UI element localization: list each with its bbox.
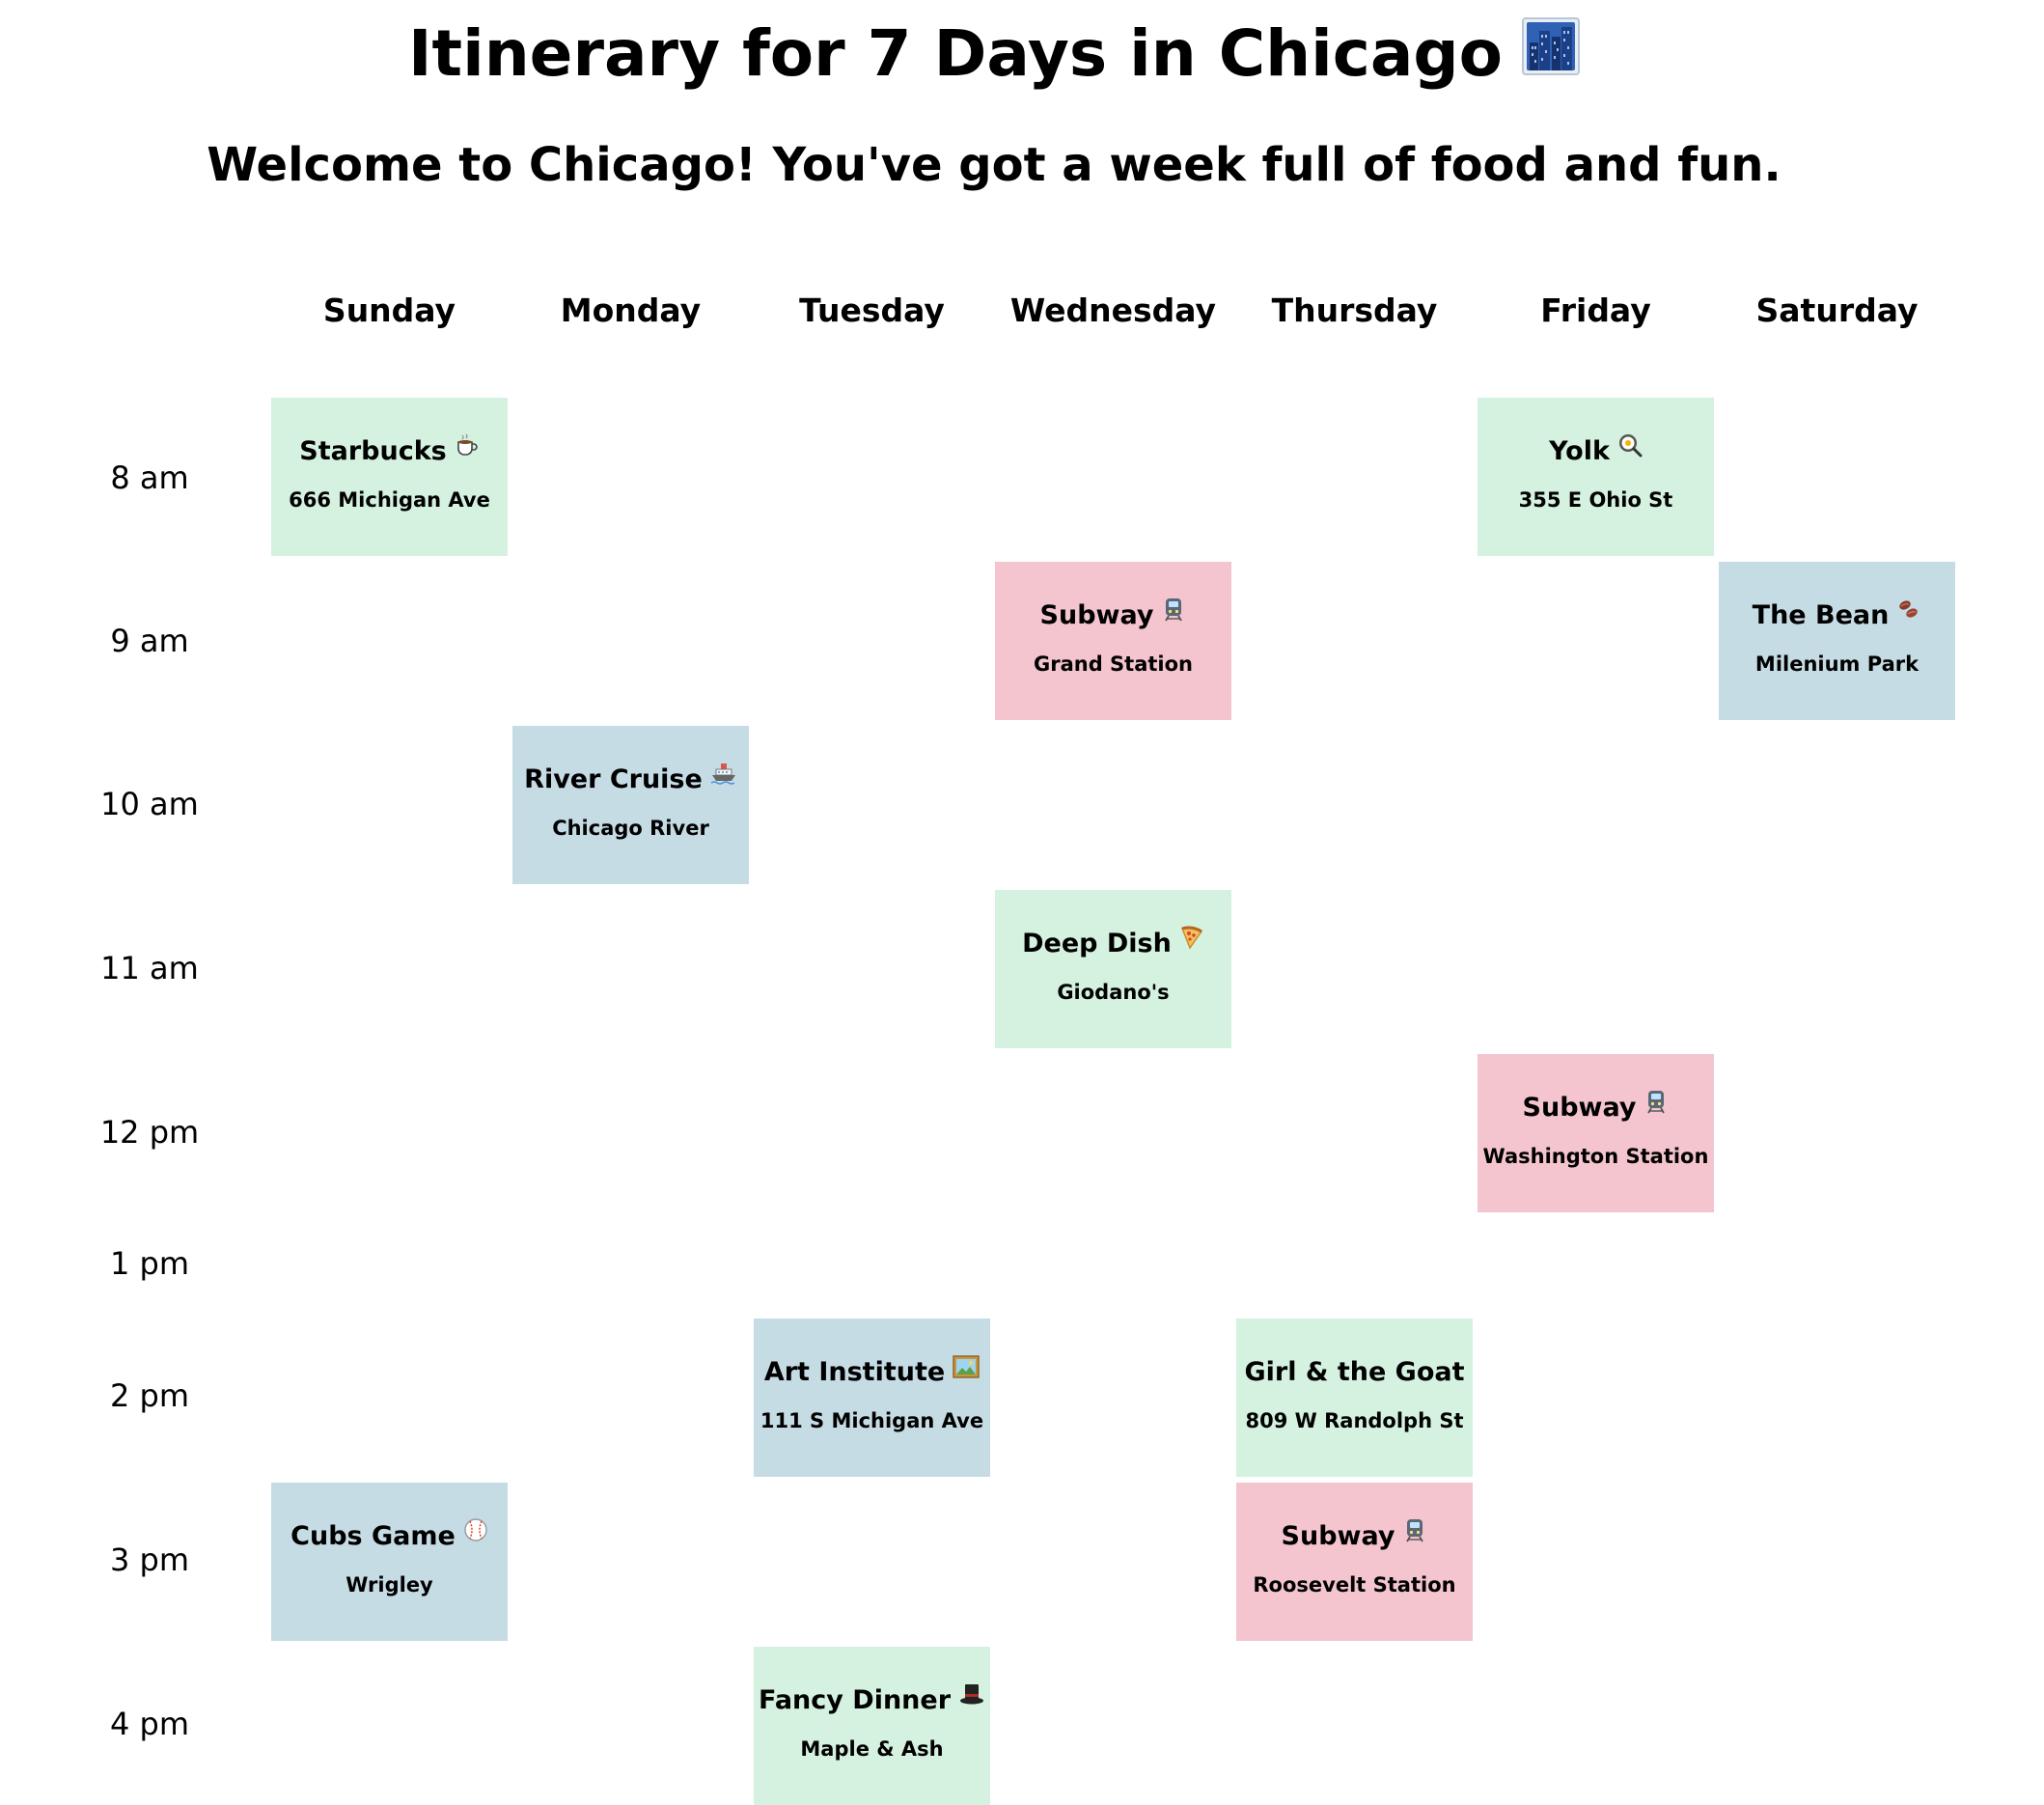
event-title: Subway [1522, 1093, 1637, 1123]
event-title: Art Institute [763, 1357, 946, 1387]
time-label-3pm: 3 pm [109, 1541, 189, 1578]
train-icon [1402, 1517, 1427, 1552]
event-deep-dish[interactable]: Deep Dish Giodano's [995, 890, 1231, 1048]
event-title-row: Fancy Dinner [754, 1683, 990, 1719]
event-subway-roosevelt[interactable]: Subway Roosevelt Station [1236, 1483, 1473, 1641]
event-title: Girl & the Goat [1244, 1357, 1465, 1387]
time-label-10am: 10 am [100, 786, 199, 822]
event-title: Cubs Game [290, 1521, 456, 1551]
event-title: Yolk [1549, 436, 1610, 466]
event-location: Chicago River [552, 817, 709, 840]
day-header-sunday: Sunday [322, 292, 456, 329]
event-title: Fancy Dinner [758, 1685, 952, 1715]
baseball-icon [463, 1517, 488, 1552]
event-title: Subway [1039, 600, 1154, 630]
ship-icon [710, 761, 737, 795]
day-header-friday: Friday [1540, 292, 1651, 329]
top-hat-icon [958, 1681, 985, 1716]
train-icon [1161, 597, 1186, 631]
event-title: Deep Dish [1022, 929, 1172, 958]
event-title: Subway [1281, 1521, 1395, 1551]
framed-picture-icon [953, 1353, 980, 1388]
time-label-1pm: 1 pm [109, 1245, 189, 1282]
page-subtitle: Welcome to Chicago! You've got a week fu… [207, 138, 1782, 192]
day-header-tuesday: Tuesday [799, 292, 945, 329]
event-title-row: Girl & the Goat [1236, 1355, 1473, 1390]
event-title-row: Subway [1236, 1517, 1473, 1555]
event-title: Starbucks [299, 436, 447, 466]
event-title-row: Art Institute [754, 1353, 990, 1391]
coffee-icon [455, 432, 480, 467]
time-label-4pm: 4 pm [109, 1706, 189, 1742]
time-label-8am: 8 am [110, 459, 189, 496]
event-location: 666 Michigan Ave [289, 488, 490, 512]
event-fancy-dinner[interactable]: Fancy Dinner Maple & Ash [754, 1647, 990, 1805]
day-header-monday: Monday [560, 292, 702, 329]
event-title-row: Subway [1478, 1089, 1714, 1126]
time-label-12pm: 12 pm [99, 1114, 200, 1151]
page-title-text: Itinerary for 7 Days in Chicago [407, 16, 1504, 91]
day-header-saturday: Saturday [1755, 292, 1919, 329]
event-location: Washington Station [1482, 1145, 1709, 1168]
event-location: 111 S Michigan Ave [760, 1409, 984, 1432]
event-starbucks[interactable]: Starbucks 666 Michigan Ave [271, 398, 508, 556]
event-title-row: The Bean [1719, 598, 1955, 634]
day-header-thursday: Thursday [1271, 292, 1438, 329]
event-location: Milenium Park [1754, 653, 1920, 676]
event-title: The Bean [1752, 600, 1890, 630]
event-girl-and-the-goat[interactable]: Girl & the Goat 809 W Randolph St [1236, 1319, 1473, 1477]
pizza-icon [1179, 925, 1204, 959]
time-label-11am: 11 am [100, 950, 199, 986]
time-label-9am: 9 am [110, 623, 189, 659]
event-location: Roosevelt Station [1253, 1573, 1456, 1597]
event-cubs-game[interactable]: Cubs Game Wrigley [271, 1483, 508, 1641]
event-art-institute[interactable]: Art Institute 111 S Michigan Ave [754, 1319, 990, 1477]
event-location: 809 W Randolph St [1245, 1409, 1464, 1432]
event-subway-grand[interactable]: Subway Grand Station [995, 562, 1231, 720]
event-river-cruise[interactable]: River Cruise Chicago River [512, 726, 749, 884]
event-title-row: Cubs Game [271, 1517, 508, 1555]
event-title-row: River Cruise [512, 763, 749, 798]
train-icon [1643, 1089, 1669, 1124]
event-title-row: Subway [995, 597, 1231, 634]
event-location: Wrigley [345, 1573, 433, 1597]
event-yolk[interactable]: Yolk 355 E Ohio St [1478, 398, 1714, 556]
page-title: Itinerary for 7 Days in Chicago [0, 14, 1988, 98]
event-location: 355 E Ohio St [1518, 488, 1673, 512]
time-label-2pm: 2 pm [109, 1377, 189, 1414]
event-subway-washington[interactable]: Subway Washington Station [1478, 1054, 1714, 1212]
event-title-row: Deep Dish [995, 925, 1231, 962]
event-the-bean[interactable]: The Bean Milenium Park [1719, 562, 1955, 720]
event-title-row: Yolk [1478, 432, 1714, 470]
beans-icon [1896, 597, 1921, 631]
event-title: River Cruise [524, 764, 703, 794]
event-location: Grand Station [1033, 653, 1193, 676]
day-header-wednesday: Wednesday [1009, 292, 1217, 329]
frying-pan-icon [1617, 432, 1643, 467]
event-location: Giodano's [1057, 981, 1170, 1004]
cityscape-icon [1522, 14, 1581, 95]
event-location: Maple & Ash [800, 1737, 944, 1761]
event-title-row: Starbucks [271, 432, 508, 470]
